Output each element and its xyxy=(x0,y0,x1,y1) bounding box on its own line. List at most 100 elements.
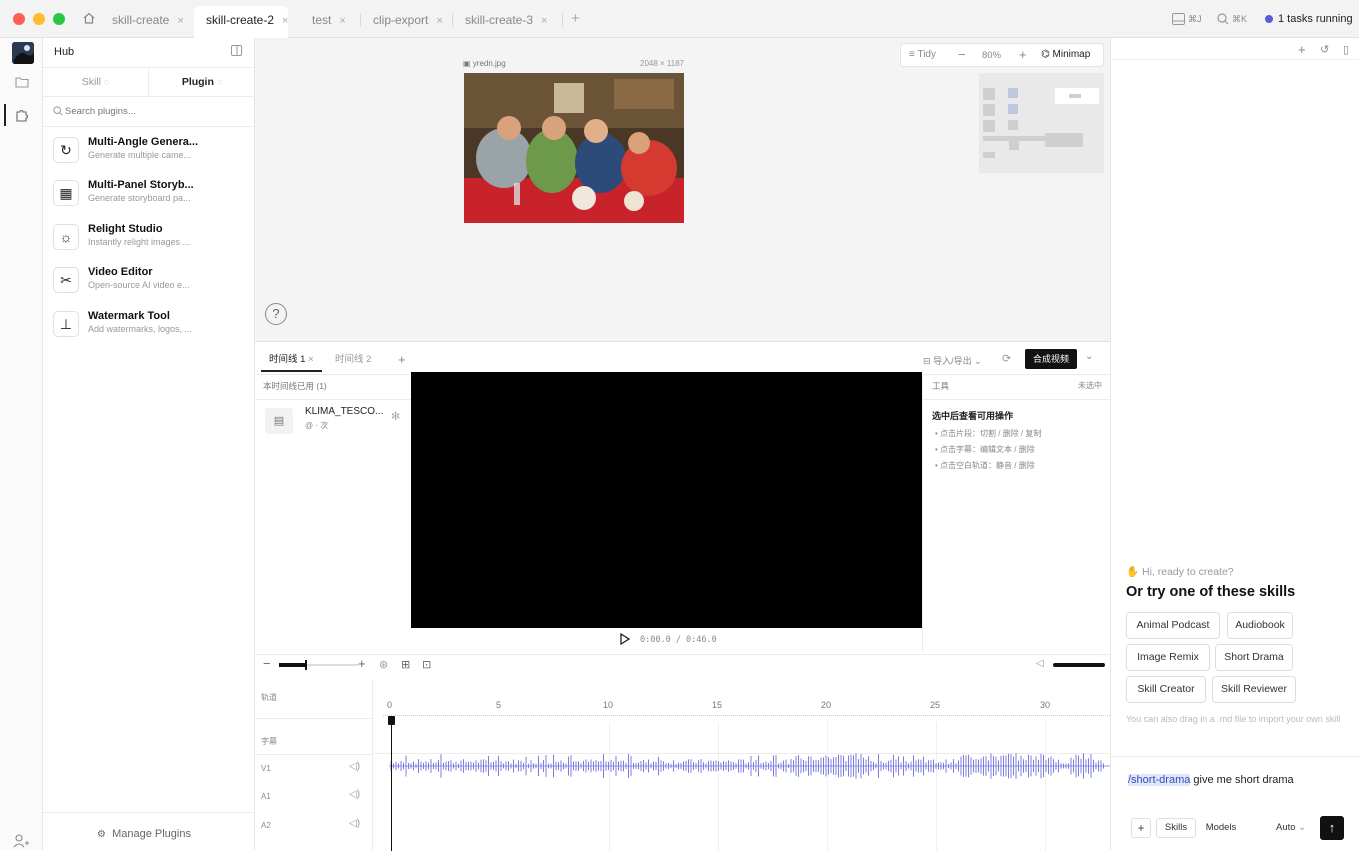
speaker-icon[interactable]: ◁) xyxy=(349,789,360,800)
track-label-a1: A1 xyxy=(261,792,271,801)
zoom-out-button[interactable]: − xyxy=(263,656,271,671)
tab-plugin[interactable]: Plugin ◌ xyxy=(148,68,255,96)
skill-chip-skill-reviewer[interactable]: Skill Reviewer xyxy=(1212,676,1296,703)
divider xyxy=(43,812,255,813)
auto-mode-dropdown[interactable]: Auto ⌄ xyxy=(1276,822,1306,833)
canvas-area[interactable]: ▣ yredn.jpg 2048 × 1187 ≡ Tidy − 80% + ⌬… xyxy=(255,38,1110,341)
speaker-icon[interactable]: ◁) xyxy=(349,761,360,772)
skill-chip-animal-podcast[interactable]: Animal Podcast xyxy=(1126,612,1220,639)
magnet-icon[interactable]: ⊛ xyxy=(379,658,388,671)
master-volume-slider[interactable] xyxy=(1053,663,1105,667)
plugin-item-multi-angle[interactable]: ↻ Multi-Angle Genera... Generate multipl… xyxy=(51,134,251,174)
tools-item-text: 点击空白轨道：静音 / 删除 xyxy=(940,461,1035,470)
attach-button[interactable]: + xyxy=(1131,818,1151,838)
skill-chip-image-remix[interactable]: Image Remix xyxy=(1126,644,1210,671)
tab-skill-create[interactable]: skill-create × xyxy=(100,6,184,34)
divider xyxy=(255,718,373,719)
maximize-window-button[interactable] xyxy=(53,13,65,25)
compose-video-button[interactable]: 合成视频 xyxy=(1025,349,1077,369)
play-icon[interactable] xyxy=(620,633,630,645)
close-icon[interactable]: × xyxy=(308,354,314,365)
refresh-icon[interactable]: ⟳ xyxy=(1002,352,1011,365)
new-chat-button[interactable]: + xyxy=(1298,42,1306,57)
slider-handle[interactable] xyxy=(305,660,307,670)
skill-chip-short-drama[interactable]: Short Drama xyxy=(1215,644,1293,671)
minimap-node xyxy=(983,104,995,116)
history-icon[interactable]: ↺ xyxy=(1320,43,1329,56)
timeline-tab-label: 时间线 2 xyxy=(335,354,372,365)
prompt-input[interactable]: /short-drama give me short drama xyxy=(1128,774,1294,786)
speaker-icon[interactable]: ◁) xyxy=(349,818,360,829)
skills-button[interactable]: Skills xyxy=(1156,818,1196,838)
close-window-button[interactable] xyxy=(13,13,25,25)
skill-chip-audiobook[interactable]: Audiobook xyxy=(1227,612,1293,639)
tab-skill-label: Skill xyxy=(81,76,101,88)
tab-skill-create-3[interactable]: skill-create-3 × xyxy=(453,6,547,34)
home-icon[interactable] xyxy=(82,11,96,25)
plugin-search-input[interactable] xyxy=(65,102,245,120)
collapse-panel-icon[interactable] xyxy=(231,45,242,56)
plugin-item-multi-panel[interactable]: ▦ Multi-Panel Storyb... Generate storybo… xyxy=(51,177,251,217)
volume-icon[interactable]: ◁ xyxy=(1036,658,1044,669)
tasks-status[interactable]: 1 tasks running xyxy=(1278,13,1353,25)
minimap-toggle[interactable]: ⌬ Minimap xyxy=(1041,49,1090,60)
video-preview[interactable] xyxy=(411,372,922,628)
timeline-zoom-slider[interactable] xyxy=(279,660,359,670)
minimize-window-button[interactable] xyxy=(33,13,45,25)
tidy-button[interactable]: ≡ Tidy xyxy=(909,49,936,60)
v1-clip[interactable] xyxy=(389,753,1110,779)
import-export-dropdown[interactable]: ⊟ 导入/导出 ⌄ xyxy=(923,354,982,367)
import-hint: You can also drag in a .md file to impor… xyxy=(1126,714,1341,724)
models-button[interactable]: Models xyxy=(1199,818,1243,838)
add-timeline-button[interactable]: + xyxy=(398,348,406,372)
clip-icon[interactable]: ⊡ xyxy=(422,658,431,671)
tools-item-text: 点击字幕：编辑文本 / 删除 xyxy=(940,445,1035,454)
minimap[interactable] xyxy=(979,73,1104,173)
plugin-item-relight[interactable]: ☼ Relight Studio Instantly relight image… xyxy=(51,221,251,261)
user-add-icon[interactable] xyxy=(13,834,29,848)
folder-icon[interactable] xyxy=(15,76,29,88)
close-icon[interactable]: × xyxy=(436,15,442,27)
tools-label: 工具 xyxy=(932,381,950,391)
plugin-item-watermark[interactable]: ⊥ Watermark Tool Add watermarks, logos, … xyxy=(51,308,251,348)
panel-toggle-icon[interactable]: ▯ xyxy=(1343,43,1349,56)
tab-timeline-1[interactable]: 时间线 1 × xyxy=(261,348,322,372)
app-logo[interactable] xyxy=(12,42,34,64)
minimap-node xyxy=(1069,94,1081,98)
search-icon[interactable] xyxy=(1217,13,1229,25)
close-icon[interactable]: × xyxy=(177,15,183,27)
close-icon[interactable]: × xyxy=(541,15,547,27)
plugin-item-video-editor[interactable]: ✂ Video Editor Open-source AI video e... xyxy=(51,264,251,304)
puzzle-icon[interactable] xyxy=(15,108,29,122)
audio-waveform xyxy=(389,753,1110,779)
close-icon[interactable]: × xyxy=(339,15,345,27)
asset-item[interactable]: ▤ KLIMA_TESCO... @ · 次 ✻ xyxy=(261,404,411,438)
tab-test[interactable]: test × xyxy=(300,6,346,34)
plugin-name: Video Editor xyxy=(88,266,153,278)
grid-line xyxy=(609,722,610,851)
tab-clip-export[interactable]: clip-export × xyxy=(361,6,443,34)
help-button[interactable]: ? xyxy=(265,303,287,325)
chevron-down-icon[interactable]: ⌄ xyxy=(1085,351,1093,362)
tab-skill[interactable]: Skill ◌ xyxy=(43,68,148,96)
tab-timeline-2[interactable]: 时间线 2 xyxy=(335,348,371,372)
grid-line xyxy=(827,722,828,851)
zoom-in-button[interactable]: + xyxy=(1019,47,1027,62)
send-button[interactable]: ↑ xyxy=(1320,816,1344,840)
zoom-in-button[interactable]: + xyxy=(358,656,366,671)
tab-skill-create-2[interactable]: skill-create-2 × xyxy=(194,6,289,38)
panel-icon[interactable] xyxy=(1172,13,1185,25)
search-icon xyxy=(53,106,63,116)
asset-name: KLIMA_TESCO... xyxy=(305,406,384,417)
manage-plugins-button[interactable]: ⚙ Manage Plugins xyxy=(97,828,191,840)
prompt-text: give me short drama xyxy=(1190,774,1294,786)
canvas-image-node[interactable] xyxy=(464,73,684,223)
skill-chip-skill-creator[interactable]: Skill Creator xyxy=(1126,676,1206,703)
zoom-out-button[interactable]: − xyxy=(958,47,966,62)
split-icon[interactable]: ⊞ xyxy=(401,658,410,671)
tab-label: skill-create-2 xyxy=(206,13,275,27)
grid-icon: ▦ xyxy=(53,180,79,206)
tab-label: skill-create xyxy=(112,13,170,27)
new-tab-button[interactable]: + xyxy=(571,10,580,27)
close-icon[interactable]: × xyxy=(282,15,288,27)
